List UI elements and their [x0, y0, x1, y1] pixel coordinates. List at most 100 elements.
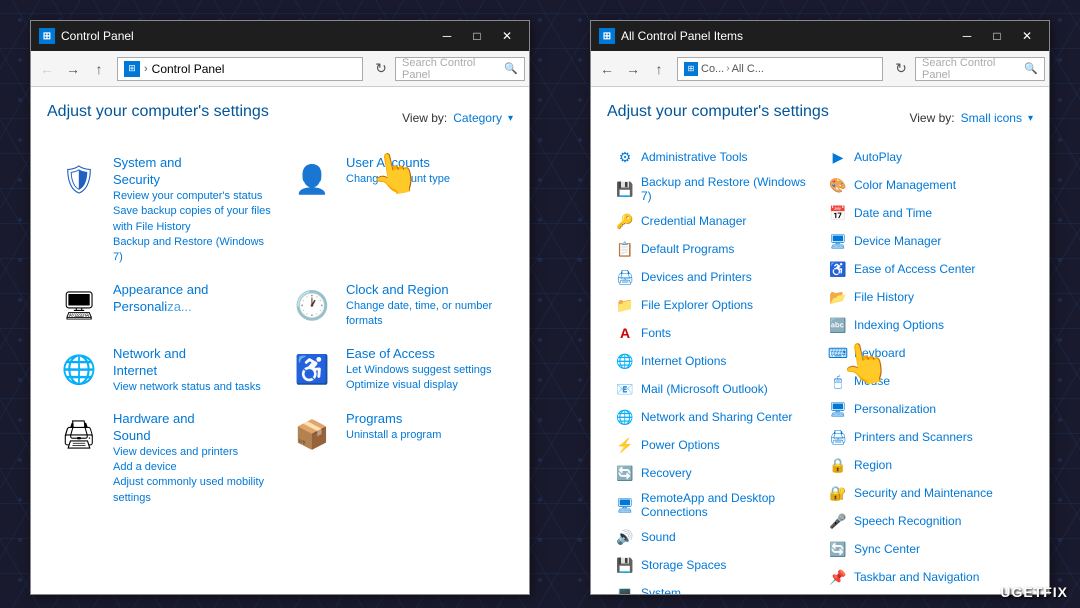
sync-icon: 🔄	[828, 539, 848, 559]
item-autoplay[interactable]: ▶AutoPlay	[820, 143, 1033, 171]
ease-icon: ♿	[288, 346, 336, 394]
item-fonts[interactable]: AFonts	[607, 319, 820, 347]
item-file-history[interactable]: 📂File History	[820, 283, 1033, 311]
viewby-dropdown-icon-2[interactable]: ▾	[1028, 113, 1033, 124]
cat-title-system[interactable]: System andSecurity	[113, 155, 272, 189]
network-icon: 🌐	[55, 346, 103, 394]
address-bar-2[interactable]: ⊞ Co... › All C...	[677, 57, 883, 81]
item-default-programs[interactable]: 📋Default Programs	[607, 235, 820, 263]
cat-link-system-1[interactable]: Review your computer's status	[113, 189, 272, 204]
item-printers[interactable]: 🖨Printers and Scanners	[820, 423, 1033, 451]
search-placeholder-1: Search Control Panel	[402, 57, 504, 81]
item-backup-restore[interactable]: 💾Backup and Restore (Windows 7)	[607, 171, 820, 207]
item-region[interactable]: 🔒Region	[820, 451, 1033, 479]
cat-title-clock[interactable]: Clock and Region	[346, 282, 505, 299]
cat-link-system-3[interactable]: Backup and Restore (Windows 7)	[113, 235, 272, 266]
item-datetime[interactable]: 📅Date and Time	[820, 199, 1033, 227]
item-admin-tools[interactable]: ⚙Administrative Tools	[607, 143, 820, 171]
credential-icon: 🔑	[615, 211, 635, 231]
viewby-value-2[interactable]: Small icons	[961, 111, 1022, 125]
cat-link-hardware-1[interactable]: View devices and printers	[113, 445, 272, 460]
item-indexing[interactable]: 🔤Indexing Options	[820, 311, 1033, 339]
cat-title-hardware[interactable]: Hardware andSound	[113, 411, 272, 445]
search-icon-1[interactable]: 🔍	[504, 62, 518, 75]
item-mail[interactable]: 📧Mail (Microsoft Outlook)	[607, 375, 820, 403]
forward-btn-1[interactable]: →	[61, 57, 85, 81]
item-power[interactable]: ⚡Power Options	[607, 431, 820, 459]
search-icon-2[interactable]: 🔍	[1024, 62, 1038, 75]
item-file-explorer[interactable]: 📁File Explorer Options	[607, 291, 820, 319]
minimize-btn-1[interactable]: ─	[433, 22, 461, 50]
search-bar-1[interactable]: Search Control Panel 🔍	[395, 57, 525, 81]
cat-link-hardware-2[interactable]: Add a device	[113, 460, 272, 475]
cat-link-ease-2[interactable]: Optimize visual display	[346, 378, 492, 393]
item-device-manager[interactable]: 🖥Device Manager	[820, 227, 1033, 255]
item-devices-printers[interactable]: 🖨Devices and Printers	[607, 263, 820, 291]
address-icon-2: ⊞	[684, 62, 698, 76]
cat-title-programs[interactable]: Programs	[346, 411, 441, 428]
cat-appearance: 🖥 Appearance andPersonaliza...	[47, 274, 280, 338]
viewby-dropdown-icon-1[interactable]: ▾	[508, 113, 513, 124]
cat-system-security: 🛡 System andSecurity Review your compute…	[47, 147, 280, 274]
item-sync[interactable]: 🔄Sync Center	[820, 535, 1033, 563]
storage-icon: 💾	[615, 555, 635, 575]
cat-title-appearance[interactable]: Appearance andPersonaliza...	[113, 282, 208, 316]
cat-link-programs-1[interactable]: Uninstall a program	[346, 428, 441, 443]
item-color[interactable]: 🎨Color Management	[820, 171, 1033, 199]
cat-link-hardware-3[interactable]: Adjust commonly used mobility settings	[113, 475, 272, 506]
default-programs-icon: 📋	[615, 239, 635, 259]
item-security-maintenance[interactable]: 🔐Security and Maintenance	[820, 479, 1033, 507]
system-icon: 💻	[615, 583, 635, 594]
item-sound[interactable]: 🔊Sound	[607, 523, 820, 551]
item-credential[interactable]: 🔑Credential Manager	[607, 207, 820, 235]
refresh-btn-2[interactable]: ↻	[889, 57, 913, 81]
cat-link-clock-1[interactable]: Change date, time, or number formats	[346, 299, 505, 330]
item-system[interactable]: 💻System	[607, 579, 820, 594]
back-btn-2[interactable]: ←	[595, 57, 619, 81]
admin-tools-icon: ⚙	[615, 147, 635, 167]
forward-btn-2[interactable]: →	[621, 57, 645, 81]
internet-icon: 🌐	[615, 351, 635, 371]
hardware-icon: 🖨	[55, 411, 103, 459]
item-storage[interactable]: 💾Storage Spaces	[607, 551, 820, 579]
refresh-btn-1[interactable]: ↻	[369, 57, 393, 81]
cat-title-user[interactable]: User Accounts	[346, 155, 450, 172]
close-btn-2[interactable]: ✕	[1013, 22, 1041, 50]
cat-hardware: 🖨 Hardware andSound View devices and pri…	[47, 403, 280, 514]
cat-title-network[interactable]: Network andInternet	[113, 346, 261, 380]
clock-icon: 🕐	[288, 282, 336, 330]
item-internet-options[interactable]: 🌐Internet Options	[607, 347, 820, 375]
back-btn-1[interactable]: ←	[35, 57, 59, 81]
address-all: All C...	[732, 63, 764, 75]
item-mouse[interactable]: 🖱Mouse	[820, 367, 1033, 395]
cat-title-ease[interactable]: Ease of Access	[346, 346, 492, 363]
item-recovery[interactable]: 🔄Recovery	[607, 459, 820, 487]
indexing-icon: 🔤	[828, 315, 848, 335]
up-btn-1[interactable]: ↑	[87, 57, 111, 81]
item-keyboard[interactable]: ⌨Keyboard	[820, 339, 1033, 367]
address-bar-1[interactable]: ⊞ › Control Panel	[117, 57, 363, 81]
item-speech[interactable]: 🎤Speech Recognition	[820, 507, 1033, 535]
close-btn-1[interactable]: ✕	[493, 22, 521, 50]
minimize-btn-2[interactable]: ─	[953, 22, 981, 50]
device-manager-icon: 🖥	[828, 231, 848, 251]
item-remoteapp[interactable]: 🖥RemoteApp and Desktop Connections	[607, 487, 820, 523]
cat-link-system-2[interactable]: Save backup copies of your files with Fi…	[113, 204, 272, 235]
file-explorer-icon: 📁	[615, 295, 635, 315]
maximize-btn-2[interactable]: □	[983, 22, 1011, 50]
view-by-control-2: View by: Small icons ▾	[909, 111, 1033, 125]
file-history-icon: 📂	[828, 287, 848, 307]
cat-link-user-1[interactable]: Change account type	[346, 172, 450, 187]
viewby-value-1[interactable]: Category	[453, 111, 502, 125]
search-bar-2[interactable]: Search Control Panel 🔍	[915, 57, 1045, 81]
fonts-icon: A	[615, 323, 635, 343]
datetime-icon: 📅	[828, 203, 848, 223]
titlebar-controls-2: ─ □ ✕	[953, 22, 1041, 50]
item-network-sharing[interactable]: 🌐Network and Sharing Center	[607, 403, 820, 431]
up-btn-2[interactable]: ↑	[647, 57, 671, 81]
cat-link-network-1[interactable]: View network status and tasks	[113, 380, 261, 395]
maximize-btn-1[interactable]: □	[463, 22, 491, 50]
item-personalization[interactable]: 🖥Personalization	[820, 395, 1033, 423]
item-ease-access[interactable]: ♿Ease of Access Center	[820, 255, 1033, 283]
cat-link-ease-1[interactable]: Let Windows suggest settings	[346, 363, 492, 378]
